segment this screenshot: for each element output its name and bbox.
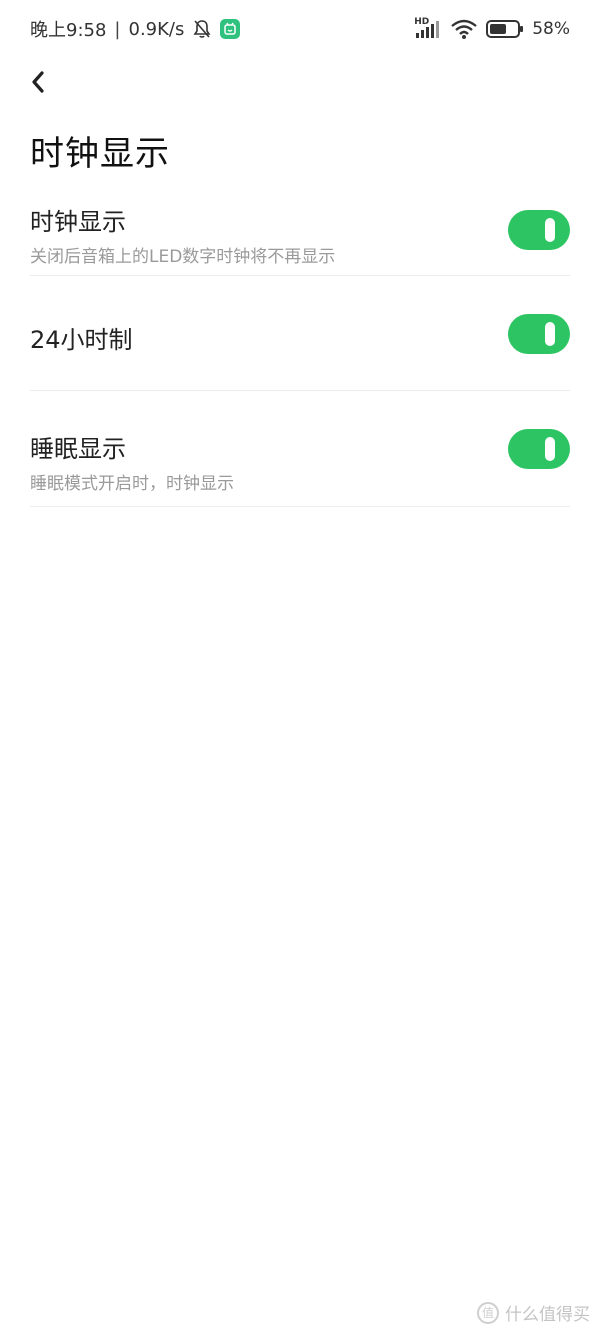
toggle-knob xyxy=(545,437,555,461)
watermark-logo-icon: 值 xyxy=(477,1301,499,1324)
status-bar: 晚上9:58 | 0.9K/s HD 58% xyxy=(0,0,600,58)
setting-row-clock-display: 时钟显示 关闭后音箱上的LED数字时钟将不再显示 xyxy=(30,190,570,276)
setting-subtitle: 关闭后音箱上的LED数字时钟将不再显示 xyxy=(30,247,336,267)
setting-title: 24小时制 xyxy=(30,326,133,354)
signal-icon: HD xyxy=(414,17,442,39)
battery-icon xyxy=(486,19,524,39)
mi-home-icon xyxy=(220,19,241,39)
status-right: HD 58% xyxy=(414,17,570,40)
toggle-knob xyxy=(545,322,555,346)
setting-row-24-hour: 24小时制 xyxy=(30,276,570,391)
hd-label: HD xyxy=(414,17,430,27)
clock-display-toggle[interactable] xyxy=(508,210,570,250)
watermark-text: 什么值得买 xyxy=(505,1305,590,1325)
status-time: 晚上9:58 xyxy=(30,20,107,41)
settings-list: 时钟显示 关闭后音箱上的LED数字时钟将不再显示 24小时制 睡眠显示 睡眠模式… xyxy=(30,190,570,507)
status-net-speed: 0.9K/s xyxy=(128,18,185,40)
wifi-icon xyxy=(450,18,478,40)
mute-bell-icon xyxy=(192,19,212,39)
toggle-knob xyxy=(545,218,555,242)
setting-title: 时钟显示 xyxy=(30,208,126,236)
watermark: 值 什么值得买 xyxy=(477,1300,590,1325)
sleep-display-toggle[interactable] xyxy=(508,429,570,469)
setting-subtitle: 睡眠模式开启时，时钟显示 xyxy=(30,474,234,494)
setting-title: 睡眠显示 xyxy=(30,435,126,463)
24-hour-toggle[interactable] xyxy=(508,314,570,354)
page-title: 时钟显示 xyxy=(30,134,170,174)
chevron-left-icon xyxy=(28,70,48,98)
battery-percent: 58% xyxy=(532,19,570,39)
setting-row-sleep-display: 睡眠显示 睡眠模式开启时，时钟显示 xyxy=(30,391,570,507)
status-separator: | xyxy=(114,18,121,40)
back-button[interactable] xyxy=(22,64,54,104)
status-left: 晚上9:58 | 0.9K/s xyxy=(30,16,241,42)
